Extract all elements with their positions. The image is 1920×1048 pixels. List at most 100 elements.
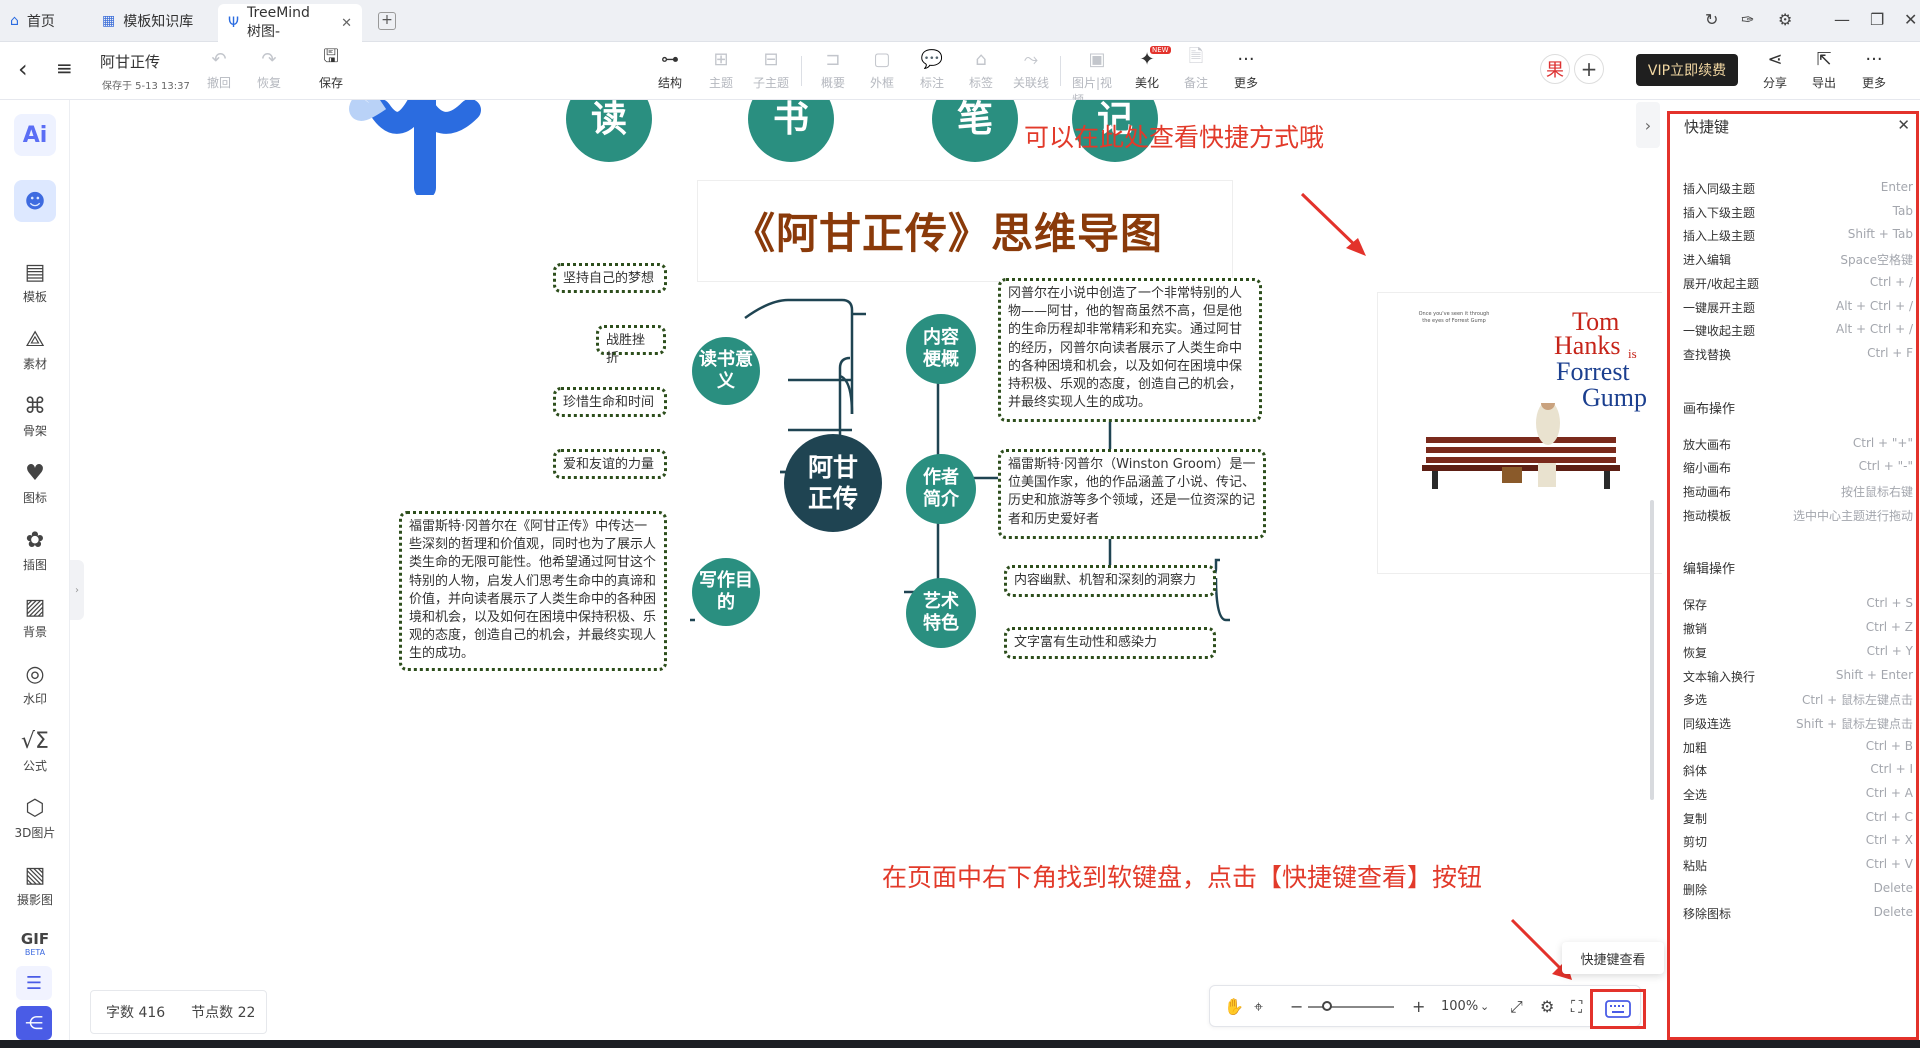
toolbar-tag[interactable]: ⌂ 标签	[958, 48, 1004, 91]
shortcut-keys: Ctrl + F	[1867, 345, 1913, 360]
sidebar-item-watermark[interactable]: ◎ 水印	[0, 660, 70, 707]
sidebar-item-icons[interactable]: ♥ 图标	[0, 459, 70, 506]
shortcut-keys: Enter	[1880, 180, 1913, 194]
leaf-purpose-text[interactable]: 福雷斯特·冈普尔在《阿甘正传》中传达一些深刻的哲理和价值观，同时也为了展示人类生…	[399, 511, 667, 671]
vertical-scrollbar[interactable]	[1650, 500, 1654, 800]
branch-content-overview[interactable]: 内容梗概	[906, 314, 976, 384]
toolbar-frame[interactable]: ▢ 外框	[859, 48, 905, 91]
tab-label: 模板知识库	[123, 14, 194, 30]
pin-icon[interactable]: ✑	[1741, 10, 1754, 29]
sidebar-item-skeleton[interactable]: ⌘ 骨架	[0, 392, 70, 439]
more-button[interactable]: ··· 更多	[1851, 48, 1897, 91]
movie-poster-image[interactable]: Once you've seen it through the eyes of …	[1377, 292, 1662, 574]
share-button[interactable]: ⋖ 分享	[1752, 48, 1798, 91]
shortcut-action: 删除	[1683, 882, 1708, 897]
toolbar-subtopic[interactable]: ⊟ 子主题	[748, 48, 794, 91]
robot-icon[interactable]: ☻	[14, 180, 56, 222]
leaf-art-2[interactable]: 文字富有生动性和感染力	[1004, 627, 1216, 659]
shortcut-keys: Ctrl + I	[1870, 762, 1913, 777]
fit-screen-icon[interactable]: ⤢	[1510, 997, 1523, 1017]
export-button[interactable]: ⇱ 导出	[1801, 48, 1847, 91]
tab-template-library[interactable]: ▦ 模板知识库	[92, 4, 212, 38]
sidebar-item-background[interactable]: ▨ 背景	[0, 593, 70, 640]
undo-button[interactable]: ↶ 撤回	[196, 48, 242, 91]
center-node[interactable]: 阿甘正传	[784, 434, 882, 532]
toolbar-callout[interactable]: 💬 标注	[909, 48, 955, 91]
icon-library-icon: ♥	[25, 460, 45, 486]
toolbar-image-video[interactable]: ▣图片|视频	[1072, 48, 1122, 108]
zoom-level[interactable]: 100%	[1441, 999, 1478, 1014]
settings-icon[interactable]: ⚙	[1540, 997, 1554, 1016]
redo-button[interactable]: ↷ 恢复	[246, 48, 292, 91]
locate-icon[interactable]: ⌖	[1254, 997, 1263, 1017]
sidebar-item-material[interactable]: ⟁ 素材	[0, 325, 70, 372]
shortcut-keys: 按住鼠标右键	[1840, 485, 1913, 499]
sidebar-item-formula[interactable]: √Σ 公式	[0, 727, 70, 774]
zoom-in-icon[interactable]: +	[1412, 997, 1425, 1016]
toolbar-note[interactable]: 🗎 备注	[1173, 46, 1219, 91]
sidebar-item-3d-image[interactable]: ⬡ 3D图片	[0, 794, 70, 841]
fullscreen-icon[interactable]: ⛶	[1571, 997, 1582, 1017]
branch-reading-meaning[interactable]: 读书意义	[692, 337, 760, 405]
ai-icon[interactable]: Ai	[14, 114, 56, 156]
outline-view-icon[interactable]: ☰	[16, 966, 52, 1000]
tag-icon: ⌂	[975, 48, 987, 70]
chevron-down-icon[interactable]: ⌄	[1480, 1000, 1489, 1013]
zoom-slider-handle[interactable]	[1322, 1001, 1332, 1011]
shortcut-row: 一键收起主题 Alt + Ctrl + /	[1683, 322, 1913, 339]
sidebar-item-template[interactable]: ▤ 模板	[0, 258, 70, 305]
panel-collapse-icon[interactable]: ›	[1636, 102, 1660, 148]
refresh-icon[interactable]: ↻	[1705, 10, 1718, 29]
leaf-author-text[interactable]: 福雷斯特·冈普尔（Winston Groom）是一位美国作家，他的作品涵盖了小说…	[998, 449, 1266, 539]
toolbar-relation-line[interactable]: ⤳ 关联线	[1008, 48, 1054, 91]
close-icon[interactable]: ✕	[1897, 116, 1910, 134]
hand-icon[interactable]: ✋	[1224, 997, 1244, 1016]
leaf-art-1[interactable]: 内容幽默、机智和深刻的洞察力	[1004, 565, 1216, 597]
toolbar-structure[interactable]: ⊶ 结构	[647, 48, 693, 91]
save-button[interactable]: 🖫 保存	[308, 46, 354, 91]
mindmap-view-icon[interactable]: ⋲	[16, 1006, 52, 1040]
restore-icon[interactable]: ❐	[1870, 10, 1884, 29]
shortcut-group-heading: 编辑操作	[1683, 562, 1736, 578]
window-close-icon[interactable]: ✕	[1904, 10, 1917, 29]
leaf-dream[interactable]: 坚持自己的梦想	[553, 263, 667, 293]
branch-author-intro[interactable]: 作者简介	[906, 454, 976, 524]
toolbar-beautify[interactable]: ✦ 美化 NEW	[1124, 46, 1171, 91]
add-collaborator-button[interactable]: +	[1574, 54, 1604, 84]
sidebar-expand-icon[interactable]: ›	[70, 560, 84, 620]
branch-art-features[interactable]: 艺术特色	[906, 578, 976, 648]
back-arrow-icon[interactable]: ‹	[18, 55, 28, 83]
toolbar-summary[interactable]: ⊐ 概要	[810, 48, 856, 91]
shortcut-keys: Ctrl + Z	[1865, 620, 1913, 635]
menu-icon[interactable]: ≡	[56, 56, 73, 80]
sidebar-item-photo[interactable]: ▧ 摄影图	[0, 861, 70, 908]
toolbar-more[interactable]: ··· 更多	[1223, 48, 1269, 91]
branch-writing-purpose[interactable]: 写作目的	[692, 558, 760, 626]
vip-renew-button[interactable]: VIP立即续费	[1636, 54, 1738, 86]
doc-title[interactable]: 阿甘正传	[100, 51, 160, 72]
leaf-overcome[interactable]: 战胜挫折	[596, 325, 666, 366]
shortcut-view-button[interactable]	[1590, 989, 1646, 1029]
avatar[interactable]: 果	[1540, 54, 1570, 84]
shortcut-row: 文本输入换行 Shift + Enter	[1683, 668, 1913, 685]
shortcut-row: 剪切 Ctrl + X	[1683, 833, 1913, 850]
leaf-overview-text[interactable]: 冈普尔在小说中创造了一个非常特别的人物——阿甘，他的智商虽然不高，但是他的生命历…	[998, 278, 1262, 422]
minimize-icon[interactable]: —	[1834, 10, 1850, 29]
new-badge: NEW	[1150, 46, 1171, 54]
gear-icon[interactable]: ⚙	[1778, 10, 1792, 29]
tab-treemind[interactable]: Ψ TreeMind树图- ✕	[218, 4, 362, 42]
leaf-love[interactable]: 爱和友谊的力量	[553, 449, 667, 479]
mindmap-canvas[interactable]: 读 书 笔 记 《阿甘正传》思维导图 坚持自己的梦想 战胜挫折 珍惜生命和时间 …	[70, 100, 1662, 1048]
new-tab-button[interactable]: +	[378, 12, 396, 30]
leaf-cherish[interactable]: 珍惜生命和时间	[553, 387, 667, 417]
shortcut-action: 一键展开主题	[1683, 300, 1756, 315]
zoom-out-icon[interactable]: −	[1290, 997, 1303, 1016]
sidebar-item-gif[interactable]: GIF BETA	[0, 930, 70, 957]
zoom-slider[interactable]	[1308, 1006, 1394, 1008]
book-icon: ▦	[102, 13, 116, 29]
tab-home[interactable]: ⌂ 首页	[0, 4, 92, 38]
toolbar-topic[interactable]: ⊞ 主题	[698, 48, 744, 91]
topic-icon: ⊞	[713, 48, 729, 70]
close-icon[interactable]: ✕	[341, 16, 352, 31]
sidebar-item-illustration[interactable]: ✿ 插图	[0, 526, 70, 573]
